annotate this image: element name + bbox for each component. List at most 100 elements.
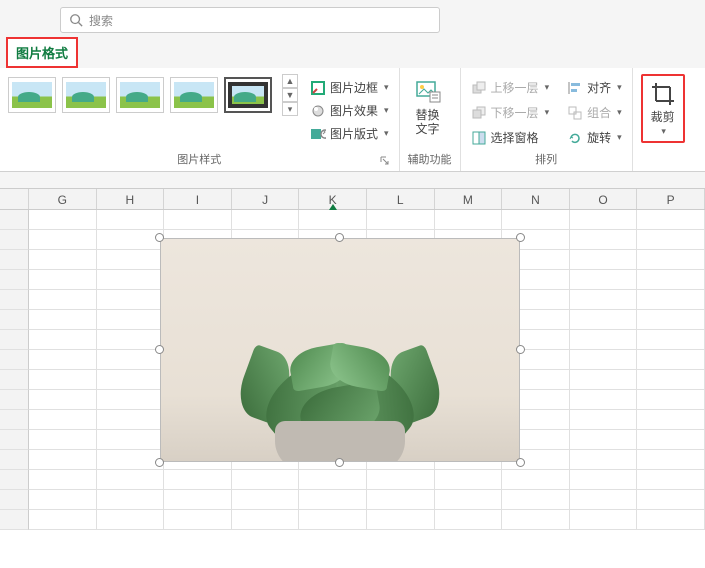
cell[interactable] [637,270,705,290]
cell[interactable] [97,350,165,370]
cell[interactable] [637,370,705,390]
style-thumb-selected[interactable] [224,77,272,113]
cell[interactable] [97,270,165,290]
cell[interactable] [637,330,705,350]
cell[interactable] [570,430,638,450]
cell[interactable] [570,270,638,290]
picture-effects-button[interactable]: 图片效果▾ [308,101,391,120]
cell[interactable] [29,230,97,250]
cell[interactable] [570,490,638,510]
resize-handle[interactable] [155,458,164,467]
cell[interactable] [232,490,300,510]
column-header[interactable]: I [164,189,232,209]
cell[interactable] [97,490,165,510]
resize-handle[interactable] [155,233,164,242]
column-header[interactable]: M [435,189,503,209]
cell[interactable] [637,430,705,450]
cell[interactable] [29,310,97,330]
picture-layout-button[interactable]: 图片版式▾ [308,124,391,143]
column-header[interactable]: N [502,189,570,209]
cell[interactable] [570,410,638,430]
cell[interactable] [29,430,97,450]
cell[interactable] [97,510,165,530]
cell[interactable] [164,210,232,230]
style-thumb[interactable] [62,77,110,113]
search-input[interactable]: 搜索 [60,7,440,33]
cell[interactable] [29,250,97,270]
selection-pane-button[interactable]: 选择窗格 [469,128,552,147]
alt-text-button[interactable]: 替换 文字 [408,74,448,141]
cell[interactable] [232,510,300,530]
cell[interactable] [97,410,165,430]
column-header[interactable]: L [367,189,435,209]
column-header[interactable]: O [570,189,638,209]
column-header[interactable]: H [97,189,165,209]
cell[interactable] [97,210,165,230]
gallery-more[interactable]: ▾ [282,102,298,116]
cell[interactable] [29,410,97,430]
cell[interactable] [367,490,435,510]
cell[interactable] [637,510,705,530]
cell[interactable] [637,490,705,510]
cell[interactable] [637,290,705,310]
cell[interactable] [367,210,435,230]
cell[interactable] [299,210,367,230]
resize-handle[interactable] [335,458,344,467]
cell[interactable] [570,510,638,530]
cell[interactable] [570,470,638,490]
column-header[interactable]: K [299,189,367,209]
cell[interactable] [570,450,638,470]
cell[interactable] [97,310,165,330]
cell[interactable] [570,230,638,250]
align-button[interactable]: 对齐▾ [565,78,624,97]
column-header[interactable]: J [232,189,300,209]
cell[interactable] [29,470,97,490]
resize-handle[interactable] [335,233,344,242]
cell[interactable] [29,290,97,310]
resize-handle[interactable] [516,458,525,467]
resize-handle[interactable] [516,233,525,242]
cell[interactable] [502,470,570,490]
cell[interactable] [97,250,165,270]
cell[interactable] [29,390,97,410]
cell[interactable] [29,330,97,350]
cell[interactable] [570,370,638,390]
cell[interactable] [570,210,638,230]
cell[interactable] [232,210,300,230]
dialog-launcher-icon[interactable] [379,155,391,167]
cell[interactable] [29,210,97,230]
cell[interactable] [435,490,503,510]
cell[interactable] [570,350,638,370]
picture-border-button[interactable]: 图片边框▾ [308,78,391,97]
crop-button[interactable]: 裁剪 ▾ [641,74,685,143]
cell[interactable] [637,230,705,250]
resize-handle[interactable] [516,345,525,354]
cell[interactable] [502,490,570,510]
cell[interactable] [299,510,367,530]
style-thumb[interactable] [170,77,218,113]
cell[interactable] [299,470,367,490]
cell[interactable] [29,490,97,510]
cell[interactable] [97,230,165,250]
cell[interactable] [637,470,705,490]
cell[interactable] [97,470,165,490]
style-thumb[interactable] [8,77,56,113]
cell[interactable] [299,490,367,510]
cell[interactable] [435,210,503,230]
spreadsheet-grid[interactable]: GHIJKLMNOP [0,188,705,568]
cell[interactable] [637,250,705,270]
cell[interactable] [435,510,503,530]
cell[interactable] [29,350,97,370]
cell[interactable] [435,470,503,490]
cell[interactable] [97,330,165,350]
cell[interactable] [570,390,638,410]
cell[interactable] [97,370,165,390]
cell[interactable] [367,510,435,530]
gallery-down[interactable]: ▼ [282,88,298,102]
cell[interactable] [570,330,638,350]
cell[interactable] [232,470,300,490]
cell[interactable] [637,350,705,370]
column-header[interactable]: G [29,189,97,209]
cell[interactable] [29,450,97,470]
cell[interactable] [97,390,165,410]
